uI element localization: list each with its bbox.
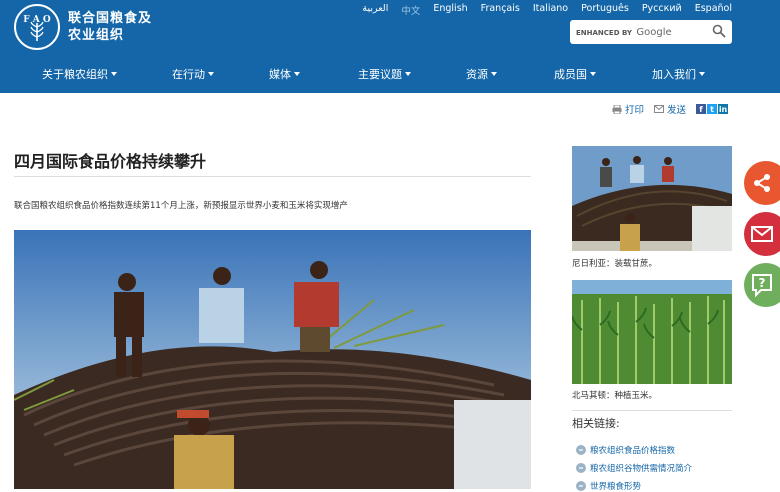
nav-label: 资源 xyxy=(466,68,488,81)
chevron-down-icon xyxy=(491,72,497,76)
lang-ar[interactable]: العربية xyxy=(362,3,388,17)
related-link-label: 粮农组织食品价格指数 xyxy=(590,446,676,456)
mail-icon xyxy=(751,226,773,242)
svg-text:?: ? xyxy=(759,276,766,290)
lang-pt[interactable]: Português xyxy=(581,3,629,17)
link-bullet-icon xyxy=(576,463,586,473)
share-button[interactable] xyxy=(744,161,780,205)
main-nav: 关于粮农组织 在行动 媒体 主要议题 资源 成员国 加入我们 xyxy=(0,66,780,88)
related-link-label: 世界粮食形势 xyxy=(590,482,642,492)
caption-nigeria: 尼日利亚：装载甘蔗。 xyxy=(572,259,658,269)
nav-label: 关于粮农组织 xyxy=(42,68,108,81)
print-icon xyxy=(612,104,622,114)
sidebar-image-nigeria[interactable] xyxy=(572,146,732,251)
search-icon[interactable] xyxy=(712,24,726,38)
linkedin-icon[interactable]: in xyxy=(718,104,729,114)
chevron-down-icon xyxy=(111,72,117,76)
nav-label: 主要议题 xyxy=(358,68,402,81)
chevron-down-icon xyxy=(590,72,596,76)
print-label: 打印 xyxy=(625,105,645,116)
caption-macedonia: 北马其顿：种植玉米。 xyxy=(572,391,658,401)
chevron-down-icon xyxy=(699,72,705,76)
nav-item-in-action[interactable]: 在行动 xyxy=(172,66,214,82)
related-links-heading: 相关链接: xyxy=(572,417,620,430)
related-link[interactable]: 粮农组织谷物供需情况简介 xyxy=(576,462,692,474)
nav-item-resources[interactable]: 资源 xyxy=(466,66,497,82)
page-title: 四月国际食品价格持续攀升 xyxy=(14,152,207,171)
nav-label: 在行动 xyxy=(172,68,205,81)
hero-image xyxy=(14,230,531,489)
lang-zh[interactable]: 中文 xyxy=(401,3,420,17)
org-name: 联合国粮食及 农业组织 xyxy=(68,10,152,44)
search-prefix: ENHANCED BY xyxy=(576,28,632,37)
twitter-icon[interactable]: t xyxy=(707,104,718,114)
search-placeholder: ENHANCED BY Google xyxy=(576,27,672,38)
nav-label: 加入我们 xyxy=(652,68,696,81)
question-icon: ? xyxy=(752,274,772,297)
sidebar-image-macedonia[interactable] xyxy=(572,280,732,384)
lang-fr[interactable]: Français xyxy=(481,3,520,17)
nav-item-themes[interactable]: 主要议题 xyxy=(358,66,411,82)
language-switcher: العربية 中文 English Français Italiano Por… xyxy=(349,3,732,17)
help-button[interactable]: ? xyxy=(744,263,780,307)
related-link[interactable]: 粮农组织食品价格指数 xyxy=(576,444,675,456)
nav-label: 成员国 xyxy=(554,68,587,81)
search-brand: Google xyxy=(636,26,672,38)
chevron-down-icon xyxy=(208,72,214,76)
nav-item-media[interactable]: 媒体 xyxy=(269,66,300,82)
search-input[interactable]: ENHANCED BY Google xyxy=(570,20,732,44)
lang-it[interactable]: Italiano xyxy=(533,3,568,17)
nav-item-join[interactable]: 加入我们 xyxy=(652,66,705,82)
nav-item-members[interactable]: 成员国 xyxy=(554,66,596,82)
chevron-down-icon xyxy=(405,72,411,76)
related-link-label: 粮农组织谷物供需情况简介 xyxy=(590,464,693,474)
email-button[interactable] xyxy=(744,212,780,256)
send-label: 发送 xyxy=(667,105,687,116)
mail-icon xyxy=(654,105,665,113)
site-header: F A O 联合国粮食及 农业组织 العربية 中文 English Fra… xyxy=(0,0,780,93)
chevron-down-icon xyxy=(294,72,300,76)
send-button[interactable]: 发送 xyxy=(654,102,686,116)
lang-es[interactable]: Español xyxy=(695,3,732,17)
facebook-icon[interactable]: f xyxy=(696,104,707,114)
lang-en[interactable]: English xyxy=(433,3,467,17)
print-button[interactable]: 打印 xyxy=(612,102,644,116)
share-icon xyxy=(754,174,770,192)
nav-label: 媒体 xyxy=(269,68,291,81)
nav-item-about[interactable]: 关于粮农组织 xyxy=(42,66,117,82)
divider xyxy=(572,410,732,411)
lang-ru[interactable]: Русский xyxy=(642,3,682,17)
divider xyxy=(14,176,531,177)
fao-logo[interactable]: F A O 联合国粮食及 农业组织 xyxy=(14,4,152,50)
page-tools: 打印 发送 f t in xyxy=(612,102,729,116)
fao-emblem-icon: F A O xyxy=(14,4,60,50)
org-name-line1: 联合国粮食及 xyxy=(68,11,153,26)
link-bullet-icon xyxy=(576,481,586,491)
link-bullet-icon xyxy=(576,445,586,455)
related-link[interactable]: 世界粮食形势 xyxy=(576,480,641,492)
org-name-line2: 农业组织 xyxy=(68,28,125,43)
article-summary: 联合国粮农组织食品价格指数连续第11个月上涨，新预报显示世界小麦和玉米将实现增产 xyxy=(14,201,348,211)
